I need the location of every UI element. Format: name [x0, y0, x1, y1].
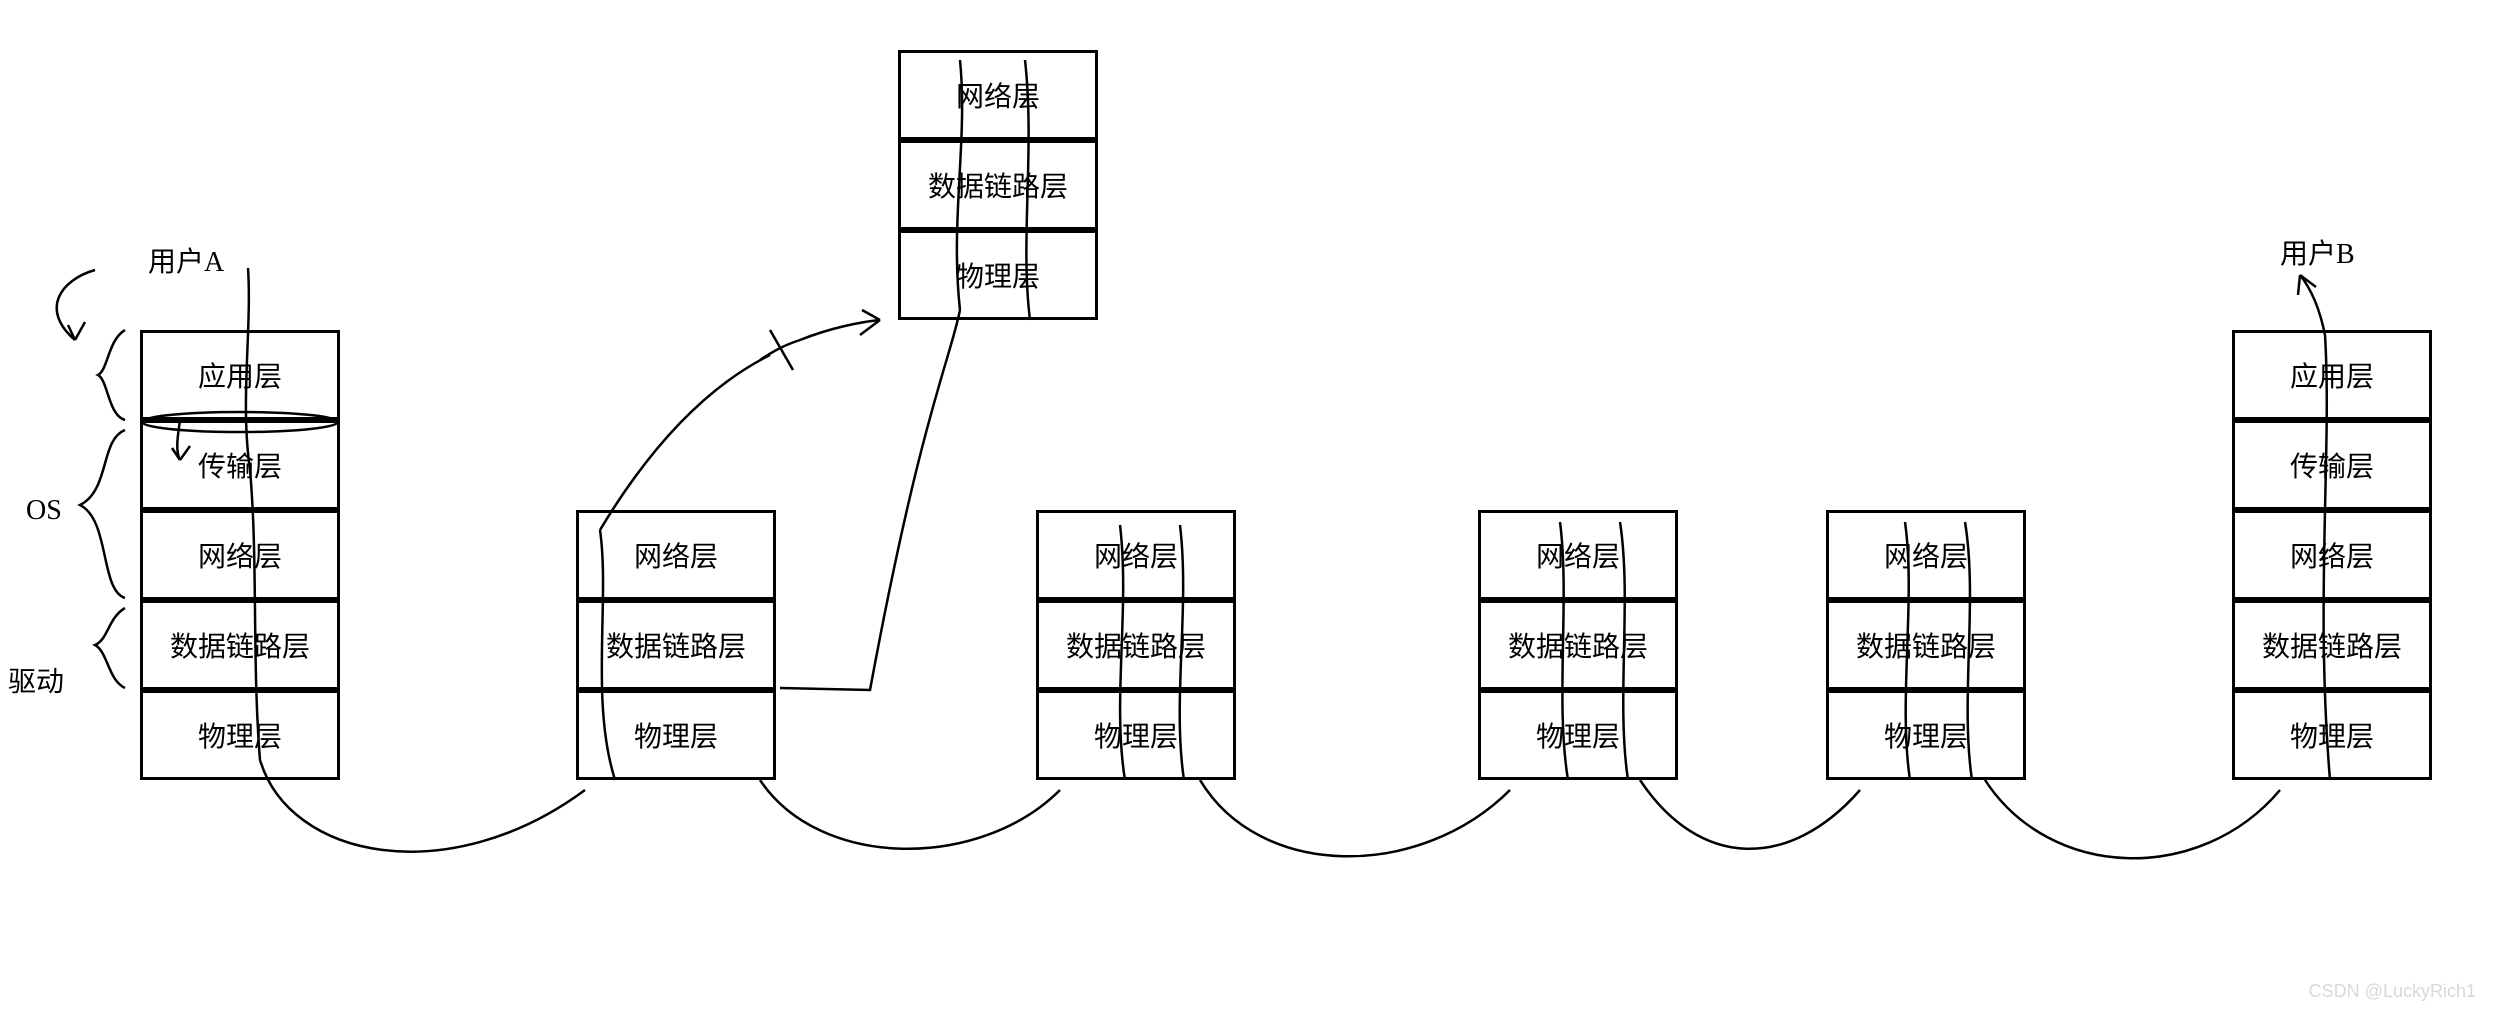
user-a-datalink-layer: 数据链路层 — [140, 600, 340, 690]
user-b-transport-layer: 传输层 — [2232, 420, 2432, 510]
user-a-physical-layer: 物理层 — [140, 690, 340, 780]
user-b-label: 用户B — [2280, 232, 2355, 272]
router-top-network-layer: 网络层 — [898, 50, 1098, 140]
connection-lines — [0, 0, 2494, 1012]
router2-physical-layer: 物理层 — [1036, 690, 1236, 780]
router3-physical-layer: 物理层 — [1478, 690, 1678, 780]
router-top-physical-layer: 物理层 — [898, 230, 1098, 320]
router1-network-layer: 网络层 — [576, 510, 776, 600]
user-a-transport-layer: 传输层 — [140, 420, 340, 510]
user-a-label: 用户A — [148, 240, 224, 280]
router4-physical-layer: 物理层 — [1826, 690, 2026, 780]
user-b-network-layer: 网络层 — [2232, 510, 2432, 600]
user-b-datalink-layer: 数据链路层 — [2232, 600, 2432, 690]
router1-physical-layer: 物理层 — [576, 690, 776, 780]
router2-network-layer: 网络层 — [1036, 510, 1236, 600]
user-b-app-layer: 应用层 — [2232, 330, 2432, 420]
user-b-physical-layer: 物理层 — [2232, 690, 2432, 780]
user-a-network-layer: 网络层 — [140, 510, 340, 600]
router2-datalink-layer: 数据链路层 — [1036, 600, 1236, 690]
router3-network-layer: 网络层 — [1478, 510, 1678, 600]
user-a-app-layer: 应用层 — [140, 330, 340, 420]
router3-datalink-layer: 数据链路层 — [1478, 600, 1678, 690]
driver-label: 驱动 — [8, 660, 64, 700]
router1-datalink-layer: 数据链路层 — [576, 600, 776, 690]
router4-datalink-layer: 数据链路层 — [1826, 600, 2026, 690]
router4-network-layer: 网络层 — [1826, 510, 2026, 600]
os-label: OS — [26, 495, 62, 527]
watermark: CSDN @LuckyRich1 — [2309, 981, 2476, 1002]
router-top-datalink-layer: 数据链路层 — [898, 140, 1098, 230]
